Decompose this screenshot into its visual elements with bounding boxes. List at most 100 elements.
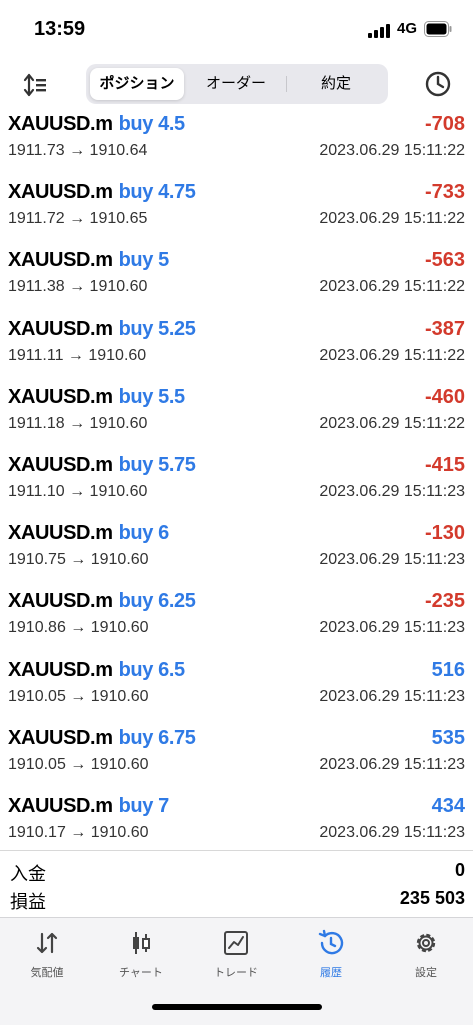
pnl-value: 235 503 (399, 888, 465, 908)
trade-date: 2023.06.29 15:11:23 (319, 823, 465, 841)
trade-row[interactable]: XAUUSD.m buy 5.75 -415 1911.10 → 1910.60 … (0, 451, 473, 519)
chart-icon (133, 932, 150, 954)
tab-deals[interactable]: 約定 (288, 68, 384, 100)
trade-profit: -387 (424, 317, 465, 340)
network-type: 4G (397, 20, 418, 37)
trade-side: buy 6.5 (118, 658, 186, 681)
tab-positions[interactable]: ポジション (90, 68, 184, 100)
trade-side: buy 5.25 (118, 317, 196, 340)
tab-history[interactable]: 履歴 (284, 928, 378, 980)
trade-date: 2023.06.29 15:11:22 (319, 278, 465, 296)
trade-profit: 516 (431, 658, 465, 681)
trade-date: 2023.06.29 15:11:23 (319, 619, 465, 637)
tab-label: トレード (214, 967, 258, 979)
tab-chart[interactable]: チャート (94, 928, 188, 980)
home-indicator (152, 1004, 322, 1010)
trade-prices: 1910.05 → 1910.60 (8, 755, 149, 773)
trade-symbol: XAUUSD.m (8, 113, 113, 135)
pnl-label: 損益 (10, 892, 46, 912)
tab-label: 設定 (415, 967, 437, 979)
trade-profit: -708 (424, 113, 465, 135)
cellular-signal-icon (368, 24, 390, 38)
trade-date: 2023.06.29 15:11:23 (319, 687, 465, 705)
tab-label: 履歴 (320, 967, 342, 979)
tab-trade[interactable]: トレード (189, 928, 283, 980)
trade-symbol: XAUUSD.m (8, 522, 113, 545)
trade-side: buy 5.5 (118, 385, 186, 408)
trade-date: 2023.06.29 15:11:22 (319, 346, 465, 364)
quotes-icon (36, 932, 58, 954)
trade-date: 2023.06.29 15:11:22 (319, 142, 465, 159)
trade-profit: -563 (424, 249, 465, 272)
status-time: 13:59 (34, 18, 86, 40)
trade-side: buy 5 (118, 249, 170, 272)
trade-side: buy 6 (118, 522, 170, 545)
trade-row[interactable]: XAUUSD.m buy 6.75 535 1910.05 → 1910.60 2… (0, 724, 473, 792)
tab-orders[interactable]: オーダー (188, 68, 284, 100)
summary-deposit: 入金 0 (0, 860, 473, 886)
trade-row[interactable]: XAUUSD.m buy 5 -563 1911.38 → 1910.60 202… (0, 246, 473, 314)
tab-label: 気配値 (30, 967, 64, 979)
segment-control: ポジション オーダー 約定 (86, 64, 388, 104)
deposit-value: 0 (454, 860, 465, 880)
trade-row[interactable]: XAUUSD.m buy 6 -130 1910.75 → 1910.60 202… (0, 519, 473, 587)
top-toolbar: ポジション オーダー 約定 (0, 60, 473, 110)
trade-prices: 1910.86 → 1910.60 (8, 619, 149, 637)
trade-list: XAUUSD.m buy 4.5 -708 1911.73 → 1910.64 2… (0, 110, 473, 860)
trade-profit: -415 (424, 453, 465, 476)
trade-symbol: XAUUSD.m (8, 590, 113, 613)
trade-symbol: XAUUSD.m (8, 794, 113, 817)
trade-prices: 1910.75 → 1910.60 (8, 551, 149, 569)
segment-divider (286, 76, 287, 92)
trade-row[interactable]: XAUUSD.m buy 5.25 -387 1911.11 → 1910.60 … (0, 315, 473, 383)
tab-label: チャート (119, 967, 163, 979)
status-bar: 13:59 4G (0, 0, 473, 58)
trade-row[interactable]: XAUUSD.m buy 6.5 516 1910.05 → 1910.60 20… (0, 656, 473, 724)
trade-date: 2023.06.29 15:11:23 (319, 482, 465, 500)
trade-profit: -733 (424, 181, 465, 204)
trade-profit: -130 (424, 522, 465, 545)
tab-quotes[interactable]: 気配値 (0, 928, 94, 980)
trade-row[interactable]: XAUUSD.m buy 4.75 -733 1911.72 → 1910.65 … (0, 178, 473, 246)
trade-profit: -460 (424, 385, 465, 408)
trade-side: buy 7 (118, 794, 170, 817)
tab-settings[interactable]: 設定 (379, 928, 473, 980)
clock-icon[interactable] (424, 70, 452, 98)
trade-symbol: XAUUSD.m (8, 453, 113, 476)
trade-prices: 1911.72 → 1910.65 (8, 210, 148, 228)
trade-profit: 434 (431, 794, 465, 817)
trade-date: 2023.06.29 15:11:22 (319, 414, 465, 432)
list-divider (0, 850, 473, 851)
trade-symbol: XAUUSD.m (8, 726, 113, 749)
trade-side: buy 6.25 (118, 590, 196, 613)
trade-row[interactable]: XAUUSD.m buy 6.25 -235 1910.86 → 1910.60 … (0, 587, 473, 655)
trade-prices: 1911.38 → 1910.60 (8, 278, 148, 296)
trade-prices: 1910.05 → 1910.60 (8, 687, 149, 705)
trade-side: buy 4.75 (118, 181, 196, 204)
trade-symbol: XAUUSD.m (8, 249, 113, 272)
deposit-label: 入金 (10, 864, 46, 884)
sort-icon[interactable] (20, 70, 50, 100)
trade-row[interactable]: XAUUSD.m buy 4.5 -708 1911.73 → 1910.64 2… (0, 110, 473, 178)
trade-prices: 1911.11 → 1910.60 (8, 346, 147, 364)
trade-prices: 1911.73 → 1910.64 (8, 142, 148, 159)
trade-date: 2023.06.29 15:11:23 (319, 551, 465, 569)
trade-row[interactable]: XAUUSD.m buy 5.5 -460 1911.18 → 1910.60 2… (0, 383, 473, 451)
trade-symbol: XAUUSD.m (8, 181, 113, 204)
trade-profit: -235 (424, 590, 465, 613)
trade-symbol: XAUUSD.m (8, 317, 113, 340)
trade-side: buy 5.75 (118, 453, 196, 476)
trade-side: buy 4.5 (118, 113, 186, 135)
trade-icon (224, 931, 248, 955)
trade-symbol: XAUUSD.m (8, 658, 113, 681)
trade-symbol: XAUUSD.m (8, 385, 113, 408)
trade-date: 2023.06.29 15:11:22 (319, 210, 465, 228)
battery-icon (424, 21, 452, 37)
settings-icon (416, 933, 436, 953)
trade-profit: 535 (431, 726, 465, 749)
trade-prices: 1910.17 → 1910.60 (8, 823, 149, 841)
summary-pnl: 損益 235 503 (0, 888, 473, 914)
trade-prices: 1911.10 → 1910.60 (8, 482, 148, 500)
trade-side: buy 6.75 (118, 726, 196, 749)
trade-prices: 1911.18 → 1910.60 (8, 414, 148, 432)
